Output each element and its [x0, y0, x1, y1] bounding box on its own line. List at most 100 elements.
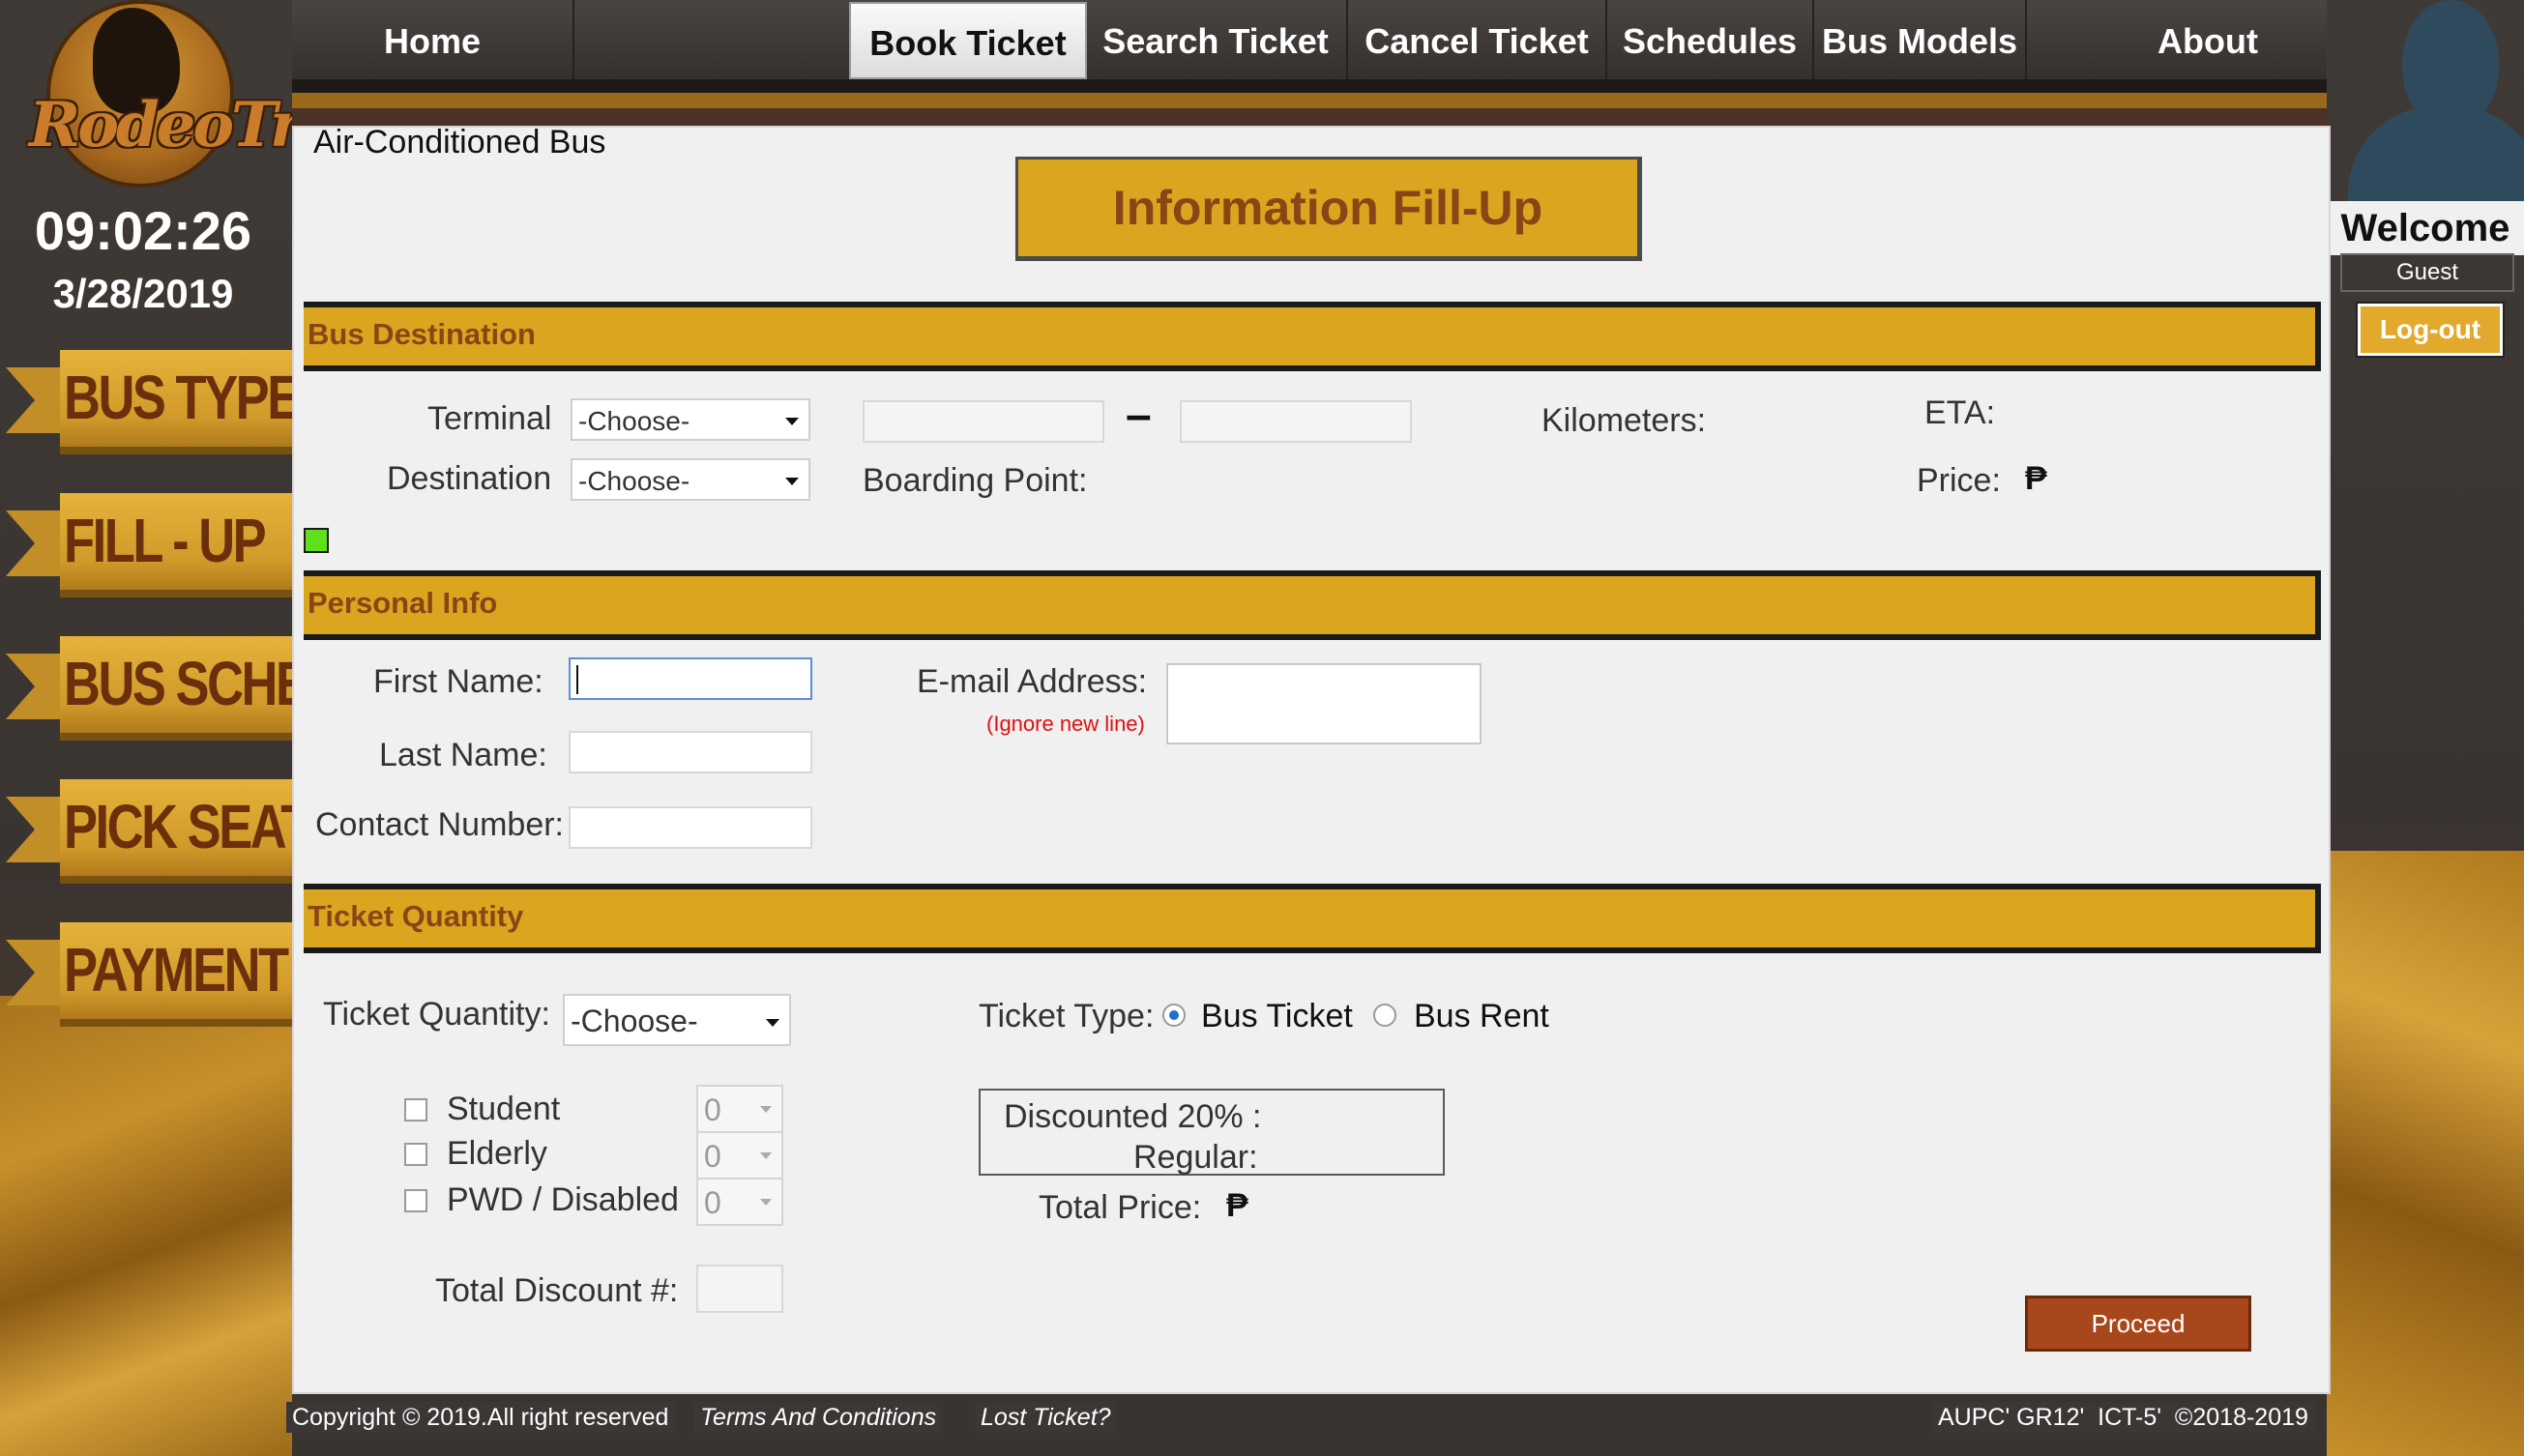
pwd-label: PWD / Disabled [447, 1181, 679, 1218]
ticket-quantity-value: -Choose- [571, 1004, 698, 1038]
chevron-down-icon [785, 478, 799, 485]
step-arrow-icon [6, 940, 64, 1005]
last-name-input[interactable] [569, 731, 812, 773]
price-currency: ₱ [2025, 460, 2047, 497]
chevron-down-icon [760, 1199, 772, 1206]
date: 3/28/2019 [52, 271, 234, 316]
elderly-label: Elderly [447, 1135, 547, 1172]
elderly-count: 0 [704, 1139, 721, 1174]
email-note: (Ignore new line) [986, 712, 1145, 736]
radio-bus-rent[interactable] [1373, 1004, 1396, 1027]
ticket-quantity-select[interactable]: -Choose- [563, 994, 791, 1046]
first-name-label: First Name: [373, 663, 543, 700]
chevron-down-icon [760, 1152, 772, 1159]
step-label: BUS SCHED. [64, 649, 356, 718]
regular-label: Regular: [1133, 1139, 1258, 1176]
destination-time-field[interactable] [1180, 400, 1412, 443]
student-count: 0 [704, 1092, 721, 1127]
step-arrow-icon [6, 654, 64, 719]
footer-credits: AUPC' GR12' ICT-5' ©2018-2019 [1932, 1402, 2314, 1433]
top-navigation: Home Book Ticket Search Ticket Cancel Ti… [292, 0, 2327, 79]
elderly-checkbox[interactable] [404, 1143, 427, 1166]
nav-divider [292, 79, 2327, 93]
panel-mountain-background [2327, 851, 2524, 1456]
elderly-count-stepper[interactable]: 0 [696, 1131, 783, 1179]
step-payment[interactable]: PAYMENT [6, 922, 292, 1029]
text-cursor [576, 665, 578, 694]
email-label: E-mail Address: [917, 663, 1148, 700]
terminal-select[interactable]: -Choose- [571, 398, 810, 441]
total-discount-label: Total Discount #: [435, 1272, 679, 1309]
step-pick-seats[interactable]: PICK SEATS [6, 779, 343, 886]
last-name-label: Last Name: [379, 737, 547, 773]
contact-number-label: Contact Number: [315, 806, 564, 843]
left-sidebar: RodeoTrip 09:02:26 3/28/2019 BUS TYPE FI… [0, 0, 364, 1456]
sidebar-mountain-background [0, 996, 292, 1456]
logout-button[interactable]: Log-out [2356, 302, 2505, 358]
first-name-input[interactable] [569, 657, 812, 700]
nav-book-ticket[interactable]: Book Ticket [849, 2, 1087, 79]
boarding-point-label: Boarding Point: [863, 462, 1088, 499]
proceed-button[interactable]: Proceed [2025, 1296, 2251, 1352]
step-arrow-icon [6, 367, 64, 433]
nav-schedules[interactable]: Schedules [1607, 0, 1814, 79]
destination-select[interactable]: -Choose- [571, 458, 810, 501]
ticket-quantity-label: Ticket Quantity: [323, 996, 550, 1033]
section-personal-info: Personal Info [304, 570, 2321, 640]
total-price-label: Total Price: [1039, 1189, 1202, 1226]
radio-bus-ticket[interactable] [1162, 1004, 1186, 1027]
chevron-down-icon [760, 1106, 772, 1113]
radio-bus-ticket-label: Bus Ticket [1201, 998, 1353, 1034]
nav-bus-models[interactable]: Bus Models [1814, 0, 2027, 79]
ticket-type-label: Ticket Type: [979, 998, 1155, 1034]
step-fill-up[interactable]: FILL - UP [6, 493, 292, 599]
nav-about[interactable]: About [2087, 0, 2329, 79]
section-ticket-quantity: Ticket Quantity [304, 884, 2321, 953]
footer-copyright: Copyright © 2019.All right reserved [286, 1402, 675, 1433]
bus-type-label: Air-Conditioned Bus [313, 124, 606, 160]
student-count-stepper[interactable]: 0 [696, 1085, 783, 1133]
terminal-value: -Choose- [578, 406, 690, 436]
chevron-down-icon [785, 418, 799, 425]
pwd-count: 0 [704, 1185, 721, 1220]
booking-form: Air-Conditioned Bus Information Fill-Up … [292, 124, 2331, 1394]
pwd-count-stepper[interactable]: 0 [696, 1178, 783, 1226]
destination-label: Destination [387, 460, 552, 497]
section-title: Ticket Quantity [308, 899, 524, 933]
step-arrow-icon [6, 510, 64, 576]
user-panel: Welcome Guest Log-out [2327, 0, 2524, 1456]
student-checkbox[interactable] [404, 1098, 427, 1121]
price-label: Price: [1917, 462, 2001, 499]
step-label: PICK SEATS [64, 792, 343, 861]
step-arrow-icon [6, 797, 64, 862]
eta-label: ETA: [1924, 394, 1996, 431]
radio-bus-rent-label: Bus Rent [1414, 998, 1549, 1034]
pwd-checkbox[interactable] [404, 1189, 427, 1212]
kilometers-label: Kilometers: [1541, 402, 1707, 439]
nav-cancel-ticket[interactable]: Cancel Ticket [1348, 0, 1607, 79]
section-bus-destination: Bus Destination [304, 302, 2321, 371]
nav-search-ticket[interactable]: Search Ticket [1085, 0, 1348, 79]
footer-lost-ticket-link[interactable]: Lost Ticket? [975, 1402, 1117, 1433]
step-bus-type[interactable]: BUS TYPE [6, 350, 301, 456]
total-price-currency: ₱ [1226, 1187, 1248, 1224]
terminal-time-field[interactable] [863, 400, 1104, 443]
range-dash: – [1126, 390, 1152, 441]
nav-divider [292, 93, 2327, 108]
section-title: Personal Info [308, 586, 498, 620]
price-summary-box: Discounted 20% : Regular: [979, 1089, 1445, 1176]
terminal-label: Terminal [427, 400, 552, 437]
form-title: Information Fill-Up [1015, 157, 1642, 261]
welcome-label: Welcome [2327, 201, 2524, 255]
avatar-body-icon [2348, 106, 2524, 203]
total-discount-field[interactable] [696, 1265, 783, 1313]
footer-terms-link[interactable]: Terms And Conditions [694, 1402, 943, 1433]
step-bus-sched[interactable]: BUS SCHED. [6, 636, 356, 743]
email-input[interactable] [1166, 663, 1482, 744]
user-name: Guest [2340, 253, 2514, 292]
student-label: Student [447, 1091, 561, 1127]
step-label: PAYMENT [64, 935, 289, 1005]
nav-home[interactable]: Home [292, 0, 574, 79]
contact-number-input[interactable] [569, 806, 812, 849]
clock: 09:02:26 [34, 200, 252, 261]
